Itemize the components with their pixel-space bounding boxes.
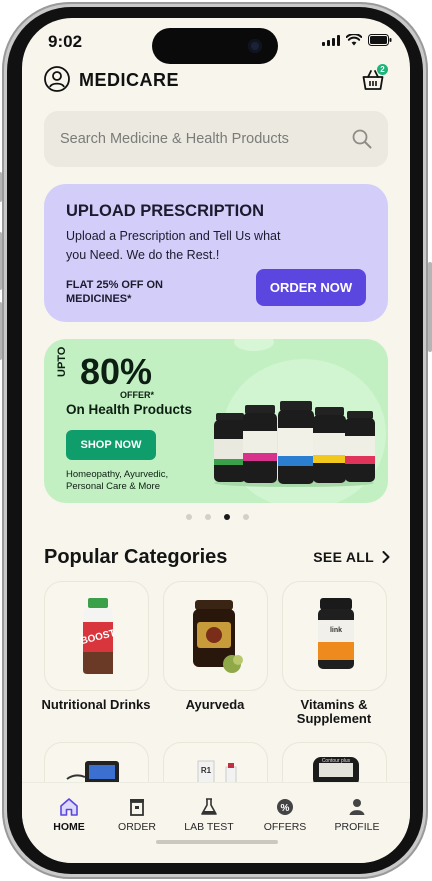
chevron-right-icon	[382, 551, 390, 563]
wifi-icon	[346, 34, 362, 46]
promo-subtitle: Homeopathy, Ayurvedic, Personal Care & M…	[66, 469, 169, 492]
promo-offer-label: OFFER*	[120, 390, 155, 400]
tab-profile[interactable]: PROFILE	[322, 797, 392, 833]
signal-icon	[322, 34, 340, 46]
upload-title: UPLOAD PRESCRIPTION	[66, 202, 265, 220]
status-icons	[322, 34, 392, 46]
bottom-tab-bar: HOME ORDER LAB TEST % OFFERS PROFILE	[22, 782, 410, 863]
battery-icon	[368, 34, 392, 46]
dynamic-island	[152, 28, 278, 64]
carousel-dots	[186, 514, 249, 520]
order-now-button[interactable]: ORDER NOW	[256, 269, 366, 306]
see-all-label: SEE ALL	[313, 549, 374, 565]
carousel-dot[interactable]	[205, 514, 211, 520]
nutrition-drink-bottle-image: BOOST	[80, 598, 117, 674]
bottle-folic-acid-image	[243, 405, 277, 483]
home-indicator[interactable]	[156, 840, 278, 844]
carousel-dot[interactable]	[243, 514, 249, 520]
upload-prescription-card[interactable]: UPLOAD PRESCRIPTION Upload a Prescriptio…	[44, 184, 388, 322]
cart-count-badge: 2	[377, 64, 388, 75]
carousel-dot-active[interactable]	[224, 514, 230, 520]
lab-kit-image: R1	[197, 760, 237, 786]
search-input[interactable]	[60, 111, 340, 167]
glucometer-image: Contour plus	[313, 757, 359, 787]
tab-order[interactable]: ORDER	[102, 797, 172, 833]
action-button	[0, 172, 2, 202]
svg-text:%: %	[281, 803, 290, 814]
bottle-evening-primrose-image	[313, 407, 346, 483]
category-card-nutritional-drinks[interactable]: BOOST	[44, 581, 149, 691]
tab-label: LAB TEST	[184, 821, 234, 833]
category-card-ayurveda[interactable]	[163, 581, 268, 691]
home-icon	[60, 798, 78, 816]
health-products-banner[interactable]: UPTO 80% OFFER* On Health Products SHOP …	[44, 339, 388, 503]
tab-label: HOME	[53, 821, 85, 833]
section-title: Popular Categories	[44, 546, 228, 568]
app-title: MEDICARE	[79, 70, 180, 90]
carousel-dot[interactable]	[186, 514, 192, 520]
category-name: Vitamins & Supplement	[296, 697, 372, 726]
upload-offer-text: FLAT 25% OFF ON MEDICINES*	[66, 279, 163, 305]
bottle-cod-liver-oil-image	[278, 401, 314, 484]
bottle-multivitamin-image	[345, 411, 375, 482]
svg-text:R1: R1	[201, 766, 212, 775]
svg-text:link: link	[330, 627, 342, 634]
promo-upto-label: UPTO	[56, 346, 68, 377]
tab-label: OFFERS	[263, 821, 307, 833]
volume-up-button	[0, 232, 2, 290]
supplement-bottles-image	[214, 401, 375, 487]
volume-down-button	[0, 302, 2, 360]
camera-icon	[248, 39, 262, 53]
device-image	[66, 761, 119, 785]
person-icon	[349, 799, 365, 815]
category-card-vitamins[interactable]: link	[282, 581, 387, 691]
bottle-glucosamine-image	[214, 413, 246, 482]
tab-offers[interactable]: % OFFERS	[250, 797, 320, 833]
offer-badge-icon: %	[277, 799, 293, 815]
app-header: MEDICARE 2	[44, 64, 388, 94]
power-button	[428, 262, 432, 352]
category-name: Ayurveda	[185, 697, 245, 712]
decorative-blob	[234, 339, 274, 351]
tab-home[interactable]: HOME	[34, 797, 104, 833]
status-time: 9:02	[48, 32, 83, 51]
flask-icon	[201, 798, 217, 815]
vitamin-bottle-image: link	[318, 598, 354, 669]
search-bar[interactable]	[44, 111, 388, 167]
tab-label: ORDER	[118, 821, 156, 833]
promo-percent: 80%	[80, 351, 153, 392]
see-all-link[interactable]: SEE ALL	[313, 549, 390, 565]
account-icon[interactable]	[44, 66, 70, 92]
order-icon	[130, 799, 144, 816]
svg-text:Contour plus: Contour plus	[322, 758, 351, 764]
upload-description: Upload a Prescription and Tell Us what y…	[66, 229, 281, 262]
cart-button[interactable]: 2	[362, 64, 388, 92]
shop-now-button[interactable]: SHOP NOW	[66, 430, 156, 460]
ayurveda-jar-image	[193, 600, 243, 673]
search-icon[interactable]	[352, 129, 372, 149]
category-name: Nutritional Drinks	[41, 697, 151, 712]
tab-label: PROFILE	[334, 821, 380, 833]
app-screen: 9:02 MEDICARE 2 Search Medicine & Health…	[22, 18, 410, 863]
tab-lab-test[interactable]: LAB TEST	[174, 797, 244, 833]
promo-headline: On Health Products	[66, 402, 193, 417]
